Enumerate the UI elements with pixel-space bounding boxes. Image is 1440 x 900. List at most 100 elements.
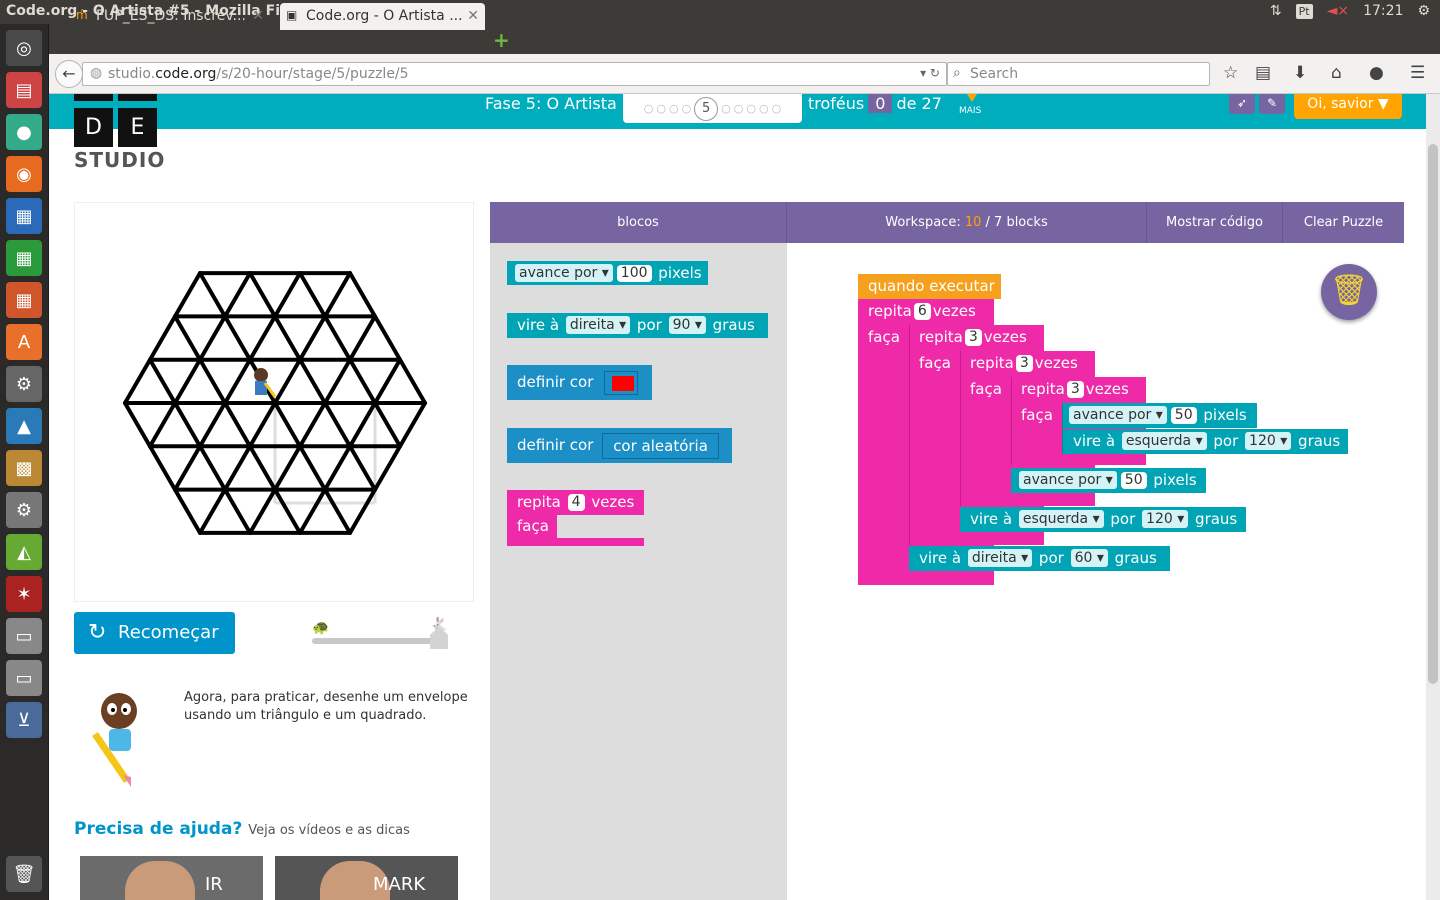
block-value[interactable]: 50 <box>1120 472 1147 489</box>
toolbox-move-block[interactable]: avance por ▾ 100 pixels <box>507 261 708 285</box>
dir-dropdown[interactable]: direita ▾ <box>967 549 1033 567</box>
angle-dropdown[interactable]: 120 ▾ <box>1245 432 1292 450</box>
toolbox-repeat-block[interactable]: repita 4 vezes faça <box>507 490 644 550</box>
block-unit: vezes <box>932 302 976 320</box>
trash-can-icon[interactable]: 🗑 <box>1321 264 1377 320</box>
move-block[interactable]: avance por ▾ 50 pixels <box>1062 403 1257 428</box>
settings-gear-icon[interactable]: ⚙ <box>1417 3 1430 19</box>
block-value[interactable]: 3 <box>1015 355 1033 372</box>
grid-line <box>248 314 377 535</box>
angle-dropdown[interactable]: 120 ▾ <box>1142 510 1189 528</box>
ubuntu-dash-icon[interactable]: ◎ <box>6 30 42 66</box>
random-color-value[interactable]: cor aleatória <box>602 432 719 459</box>
dir-dropdown[interactable]: esquerda ▾ <box>1121 432 1207 450</box>
progress-dot[interactable]: ○ <box>734 102 744 115</box>
dir-dropdown[interactable]: esquerda ▾ <box>1018 510 1104 528</box>
reset-button[interactable]: ↻ Recomeçar <box>74 612 235 654</box>
turn-block[interactable]: vire à direita ▾ por 60 ▾ graus <box>909 546 1170 571</box>
reading-list-icon[interactable]: ▤ <box>1255 63 1271 83</box>
when-run-block[interactable]: quando executar <box>858 274 1001 299</box>
trash-icon[interactable]: 🗑 <box>6 856 42 892</box>
new-tab-plus-icon[interactable]: + <box>493 28 510 52</box>
web-icon[interactable]: ✶ <box>6 576 42 612</box>
color-picker[interactable] <box>604 370 639 395</box>
blocks-tab[interactable]: blocos <box>490 202 787 243</box>
block-text: repita <box>868 302 912 320</box>
angle-dropdown[interactable]: 90 ▾ <box>668 316 706 334</box>
impress-icon[interactable]: ▦ <box>6 282 42 318</box>
move-dropdown[interactable]: avance por ▾ <box>1069 406 1167 424</box>
url-host: code.org <box>155 66 217 82</box>
refresh-icon: ↻ <box>88 620 107 645</box>
android-studio-icon[interactable]: ◭ <box>6 534 42 570</box>
clear-puzzle-button[interactable]: Clear Puzzle <box>1283 202 1404 243</box>
chat-icon[interactable]: ● <box>1369 63 1384 83</box>
firefox-icon[interactable]: ◉ <box>6 156 42 192</box>
software-center-icon[interactable]: A <box>6 324 42 360</box>
tab-codeorg[interactable]: ▣ Code.org - O Artista ... ✕ <box>280 3 485 30</box>
tab-fup[interactable]: ḿ FUP_ES_DS: Inscrev... ✕ <box>70 3 270 30</box>
block-value[interactable]: 4 <box>567 494 585 511</box>
progress-dot[interactable]: ○ <box>656 102 666 115</box>
url-bar[interactable]: ◍ studio.code.org/s/20-hour/stage/5/puzz… <box>82 62 947 86</box>
progress-dot[interactable]: ○ <box>721 102 731 115</box>
page-scrollbar[interactable] <box>1426 94 1440 900</box>
scrollbar-thumb[interactable] <box>1428 144 1438 684</box>
close-icon[interactable]: ✕ <box>467 8 479 24</box>
progress-dot[interactable]: ○ <box>772 102 782 115</box>
close-icon[interactable]: ✕ <box>252 8 264 24</box>
drive-icon[interactable]: ▭ <box>6 618 42 654</box>
keyboard-indicator[interactable]: Pt <box>1295 3 1313 19</box>
user-menu-button[interactable]: Oi, savior ▼ <box>1294 94 1402 119</box>
reload-icon[interactable]: ▾ ↻ <box>920 66 940 80</box>
home-icon[interactable]: ⌂ <box>1331 63 1342 83</box>
system-settings-icon[interactable]: ⚙ <box>6 366 42 402</box>
installer-icon[interactable]: ⊻ <box>6 702 42 738</box>
writer-icon[interactable]: ▦ <box>6 198 42 234</box>
progress-dot[interactable]: ○ <box>644 102 654 115</box>
back-arrow-icon[interactable]: ← <box>55 60 83 88</box>
block-value[interactable]: 6 <box>913 303 931 320</box>
current-puzzle[interactable]: 5 <box>694 96 719 121</box>
clock[interactable]: 17:21 <box>1363 3 1403 19</box>
progress-dot[interactable]: ○ <box>746 102 756 115</box>
block-text: repita <box>517 493 561 511</box>
toolbox-turn-block[interactable]: vire à direita ▾ por 90 ▾ graus <box>507 313 768 338</box>
volume-muted-icon[interactable]: ◄× <box>1327 3 1350 19</box>
search-input[interactable]: ⌕ Search <box>947 62 1210 86</box>
toolbox-set-color-block[interactable]: definir cor <box>507 365 652 400</box>
more-link[interactable]: MAIS <box>959 94 981 116</box>
progress-dot[interactable]: ○ <box>682 102 692 115</box>
speed-slider[interactable] <box>312 627 448 649</box>
app-grid-icon[interactable]: ▩ <box>6 450 42 486</box>
progress-dot[interactable]: ○ <box>759 102 769 115</box>
turn-block[interactable]: vire à esquerda ▾ por 120 ▾ graus <box>1062 429 1348 454</box>
drive-icon-2[interactable]: ▭ <box>6 660 42 696</box>
network-icon[interactable]: ⇅ <box>1270 3 1282 19</box>
pencil-icon[interactable]: ✎ <box>1259 94 1285 114</box>
turn-block[interactable]: vire à esquerda ▾ por 120 ▾ graus <box>960 507 1246 532</box>
block-value[interactable]: 3 <box>964 329 982 346</box>
tool-icon[interactable]: ⚙ <box>6 492 42 528</box>
image-viewer-icon[interactable]: ▲ <box>6 408 42 444</box>
show-code-button[interactable]: Mostrar código <box>1147 202 1283 243</box>
download-icon[interactable]: ⬇ <box>1293 63 1307 83</box>
video-thumbnail[interactable]: IR <box>80 856 263 900</box>
video-thumbnail[interactable]: MARK <box>275 856 458 900</box>
move-dropdown[interactable]: avance por ▾ <box>515 264 613 282</box>
toolbox-random-color-block[interactable]: definir cor cor aleatória <box>507 428 732 463</box>
move-dropdown[interactable]: avance por ▾ <box>1019 471 1117 489</box>
block-value[interactable]: 100 <box>616 265 652 282</box>
block-value[interactable]: 3 <box>1066 381 1084 398</box>
chrome-icon[interactable]: ● <box>6 114 42 150</box>
block-value[interactable]: 50 <box>1170 407 1197 424</box>
rocket-icon[interactable]: ➶ <box>1229 94 1255 114</box>
calc-icon[interactable]: ▦ <box>6 240 42 276</box>
move-block[interactable]: avance por ▾ 50 pixels <box>1011 468 1206 493</box>
progress-dot[interactable]: ○ <box>669 102 679 115</box>
dir-dropdown[interactable]: direita ▾ <box>565 316 631 334</box>
files-icon[interactable]: ▤ <box>6 72 42 108</box>
menu-icon[interactable]: ☰ <box>1410 63 1425 83</box>
bookmark-star-icon[interactable]: ☆ <box>1223 63 1238 83</box>
angle-dropdown[interactable]: 60 ▾ <box>1070 549 1108 567</box>
